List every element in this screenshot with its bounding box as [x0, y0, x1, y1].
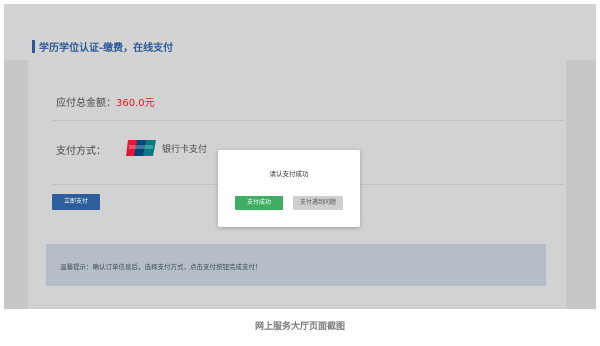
unionpay-logo-icon[interactable] [126, 139, 158, 157]
amount-label: 应付总金额： [56, 98, 116, 109]
header-accent-bar [32, 40, 35, 53]
tip-box: 温馨提示：确认订单信息后，选择支付方式，点击支付按钮完成支付！ [46, 244, 546, 286]
payment-method-label: 支付方式： [56, 146, 106, 157]
pay-now-button[interactable]: 立即支付 [52, 194, 100, 210]
payment-confirm-dialog: 请认支付成功 支付成功 支付遇到问题 [218, 150, 360, 227]
amount-value: 360.0元 [116, 98, 155, 109]
payment-problem-button[interactable]: 支付遇到问题 [293, 196, 343, 210]
dialog-message: 请认支付成功 [269, 170, 309, 178]
divider [53, 120, 565, 121]
screenshot-frame: 学历学位认证-缴费，在线支付 应付总金额：360.0元 支付方式： 银行卡支付 … [4, 4, 596, 309]
payment-success-button[interactable]: 支付成功 [235, 196, 283, 210]
tip-text: 温馨提示：确认订单信息后，选择支付方式，点击支付按钮完成支付！ [60, 263, 262, 271]
page-header: 学历学位认证-缴费，在线支付 [4, 4, 596, 60]
page-title: 学历学位认证-缴费，在线支付 [39, 43, 174, 54]
figure-caption: 网上服务大厅页面截图 [254, 322, 345, 332]
amount-row: 应付总金额：360.0元 [56, 94, 155, 109]
bank-card-payment-label[interactable]: 银行卡支付 [162, 142, 207, 155]
